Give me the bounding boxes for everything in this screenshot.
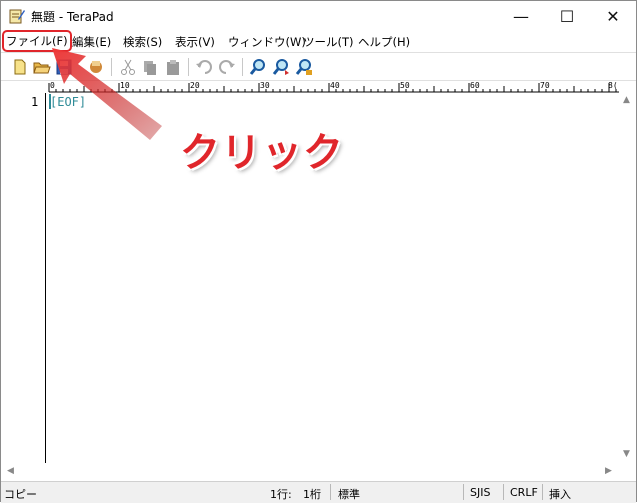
ruler-label: 60 bbox=[470, 81, 480, 90]
close-button[interactable]: ✕ bbox=[590, 1, 636, 31]
copy-icon[interactable] bbox=[141, 58, 159, 76]
menu-search[interactable]: 検索(S) bbox=[123, 34, 162, 50]
toolbar-separator bbox=[188, 58, 189, 76]
status-bar: コピー 1行: 1桁 標準 SJIS CRLF 挿入 bbox=[1, 481, 636, 503]
toolbar-separator bbox=[111, 58, 112, 76]
status-column: 1桁 bbox=[303, 488, 321, 501]
new-file-icon[interactable] bbox=[11, 58, 29, 76]
menu-edit[interactable]: 編集(E) bbox=[72, 34, 111, 50]
status-style: 標準 bbox=[338, 488, 360, 501]
paste-icon[interactable] bbox=[164, 58, 182, 76]
close-icon: ✕ bbox=[606, 6, 620, 26]
status-insert-mode: 挿入 bbox=[549, 488, 571, 501]
status-divider bbox=[542, 484, 543, 500]
terapad-app-icon bbox=[9, 8, 25, 24]
scroll-right-icon[interactable]: ▶ bbox=[605, 466, 612, 476]
ruler-label: 8( bbox=[608, 81, 618, 90]
maximize-icon: ☐ bbox=[559, 6, 575, 26]
ruler-label: 10 bbox=[120, 81, 130, 90]
search-next-icon[interactable] bbox=[272, 58, 290, 76]
scroll-down-icon[interactable]: ▼ bbox=[623, 449, 630, 459]
toolbar-separator bbox=[242, 58, 243, 76]
search-icon[interactable] bbox=[249, 58, 267, 76]
ruler-label: 70 bbox=[540, 81, 550, 90]
menu-tools[interactable]: ツール(T) bbox=[303, 34, 354, 50]
save-icon[interactable] bbox=[55, 58, 73, 76]
terapad-window: 無題 - TeraPad — ☐ ✕ ファイル(F) 編集(E) 検索(S) 表… bbox=[0, 0, 637, 503]
ruler-label: 40 bbox=[330, 81, 340, 90]
toolbar bbox=[1, 53, 636, 81]
ruler-label: 30 bbox=[260, 81, 270, 90]
redo-icon[interactable] bbox=[218, 58, 236, 76]
ruler-label: 0 bbox=[50, 81, 55, 90]
menu-bar: ファイル(F) 編集(E) 検索(S) 表示(V) ウィンドウ(W) ツール(T… bbox=[1, 30, 636, 53]
menu-window[interactable]: ウィンドウ(W) bbox=[228, 34, 306, 50]
scroll-left-icon[interactable]: ◀ bbox=[7, 466, 14, 476]
ruler-label: 20 bbox=[190, 81, 200, 90]
maximize-button[interactable]: ☐ bbox=[544, 1, 590, 31]
undo-icon[interactable] bbox=[195, 58, 213, 76]
menu-help[interactable]: ヘルプ(H) bbox=[358, 34, 410, 50]
status-divider bbox=[463, 484, 464, 500]
window-title: 無題 - TeraPad bbox=[31, 10, 114, 24]
status-divider bbox=[503, 484, 504, 500]
column-ruler: 0 10 20 30 40 50 60 70 8( bbox=[1, 81, 636, 93]
line-number: 1 bbox=[31, 95, 39, 109]
scroll-up-icon[interactable]: ▲ bbox=[623, 95, 630, 105]
status-mode: コピー bbox=[4, 488, 37, 501]
eof-marker[interactable]: [EOF] bbox=[50, 95, 86, 109]
vertical-scrollbar[interactable]: ▲ ▼ bbox=[619, 93, 636, 463]
status-encoding: SJIS bbox=[470, 486, 491, 499]
minimize-icon: — bbox=[513, 6, 529, 26]
annotation-click-label: クリック bbox=[180, 130, 344, 176]
title-bar: 無題 - TeraPad — ☐ ✕ bbox=[1, 1, 636, 31]
line-number-gutter-divider bbox=[45, 93, 46, 463]
minimize-button[interactable]: — bbox=[498, 1, 544, 31]
menu-file[interactable]: ファイル(F) bbox=[2, 30, 72, 52]
status-line-ending: CRLF bbox=[510, 486, 538, 499]
print-icon[interactable] bbox=[87, 58, 105, 76]
status-divider bbox=[330, 484, 331, 500]
open-folder-icon[interactable] bbox=[33, 58, 51, 76]
horizontal-scrollbar[interactable]: ◀ ▶ bbox=[1, 463, 619, 480]
cut-icon[interactable] bbox=[119, 58, 137, 76]
ruler-label: 50 bbox=[400, 81, 410, 90]
menu-view[interactable]: 表示(V) bbox=[175, 34, 215, 50]
status-line: 1行: bbox=[270, 488, 292, 501]
replace-icon[interactable] bbox=[295, 58, 313, 76]
